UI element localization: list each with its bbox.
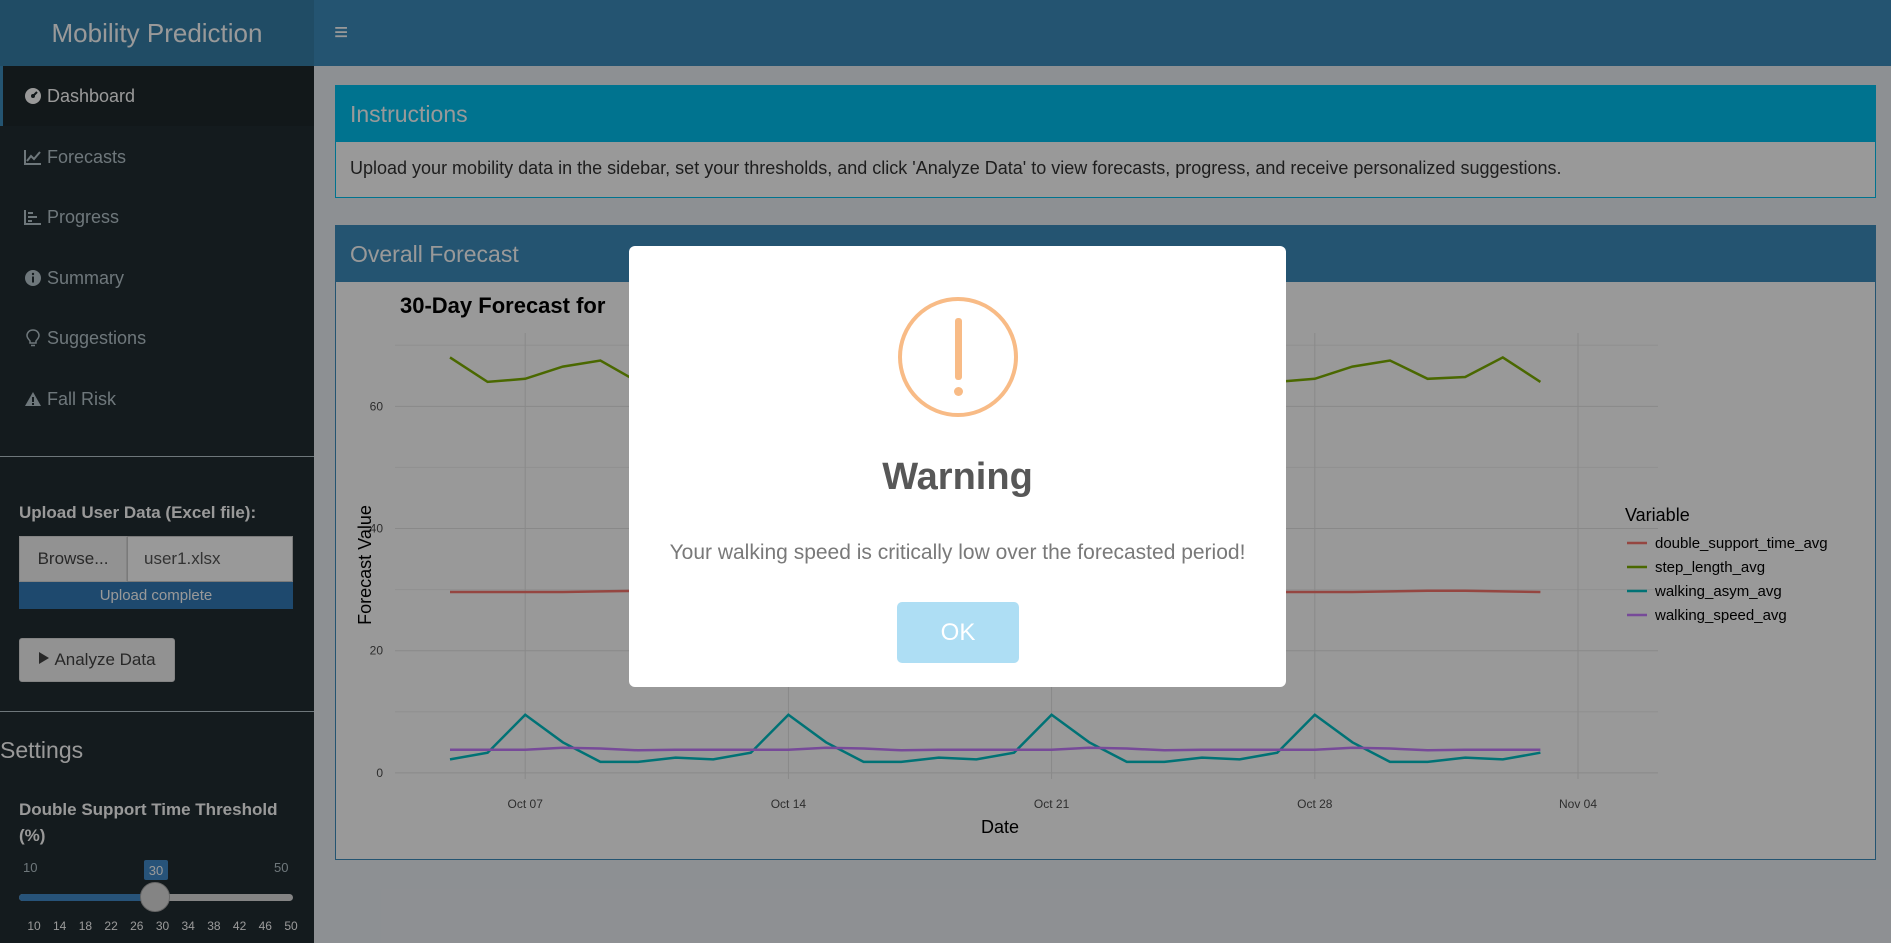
warning-exclamation-dot	[954, 387, 963, 396]
modal-title: Warning	[882, 456, 1033, 498]
ok-button[interactable]: OK	[897, 602, 1019, 663]
modal-text: Your walking speed is critically low ove…	[669, 541, 1246, 564]
warning-exclamation-bar	[955, 318, 962, 380]
